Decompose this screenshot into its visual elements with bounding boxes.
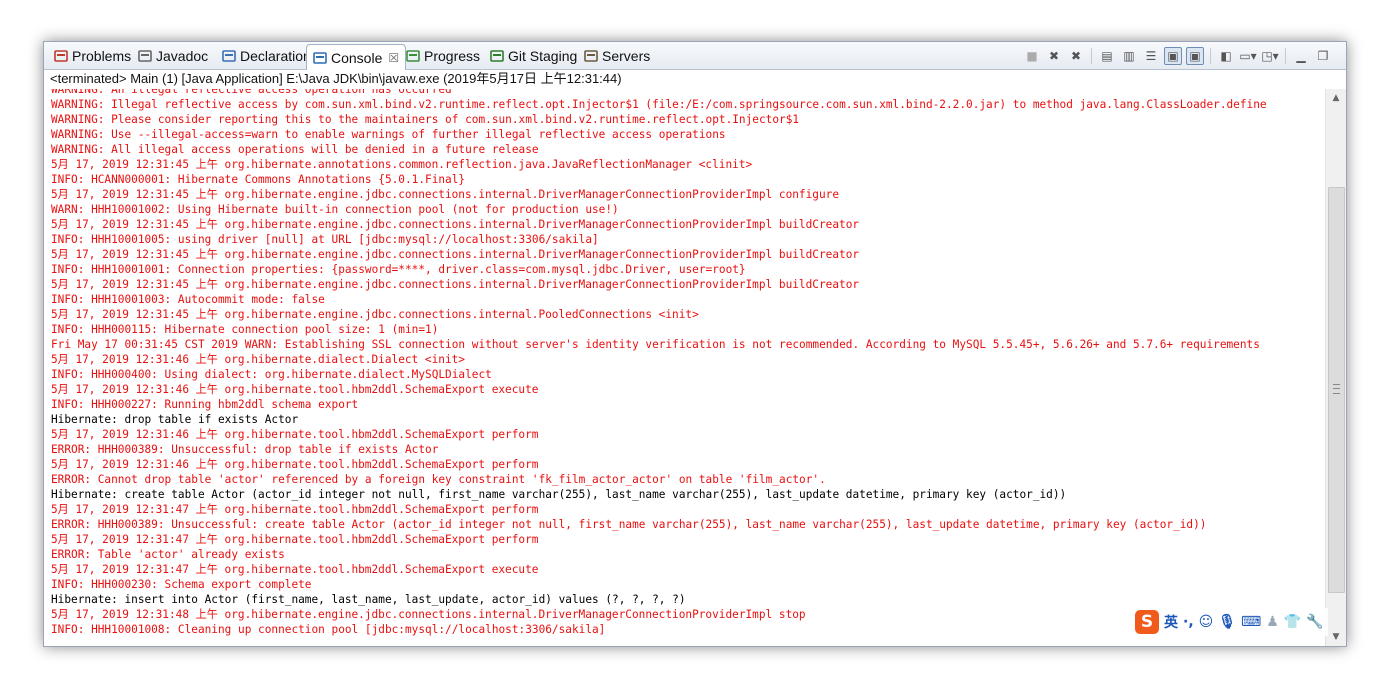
console-line: 5月 17, 2019 12:31:48 上午 org.hibernate.en…: [51, 608, 806, 621]
console-line: INFO: HCANN000001: Hibernate Commons Ann…: [51, 173, 466, 186]
console-process-label: <terminated> Main (1) [Java Application]…: [50, 71, 622, 86]
console-line: 5月 17, 2019 12:31:47 上午 org.hibernate.to…: [51, 503, 539, 516]
console-line: WARNING: An illegal reflective access op…: [51, 89, 452, 96]
toolbar-separator: [1091, 48, 1092, 64]
vertical-scrollbar[interactable]: ▲ ▼: [1325, 89, 1346, 646]
git-staging-icon: [490, 49, 504, 63]
console-line: INFO: HHH10001003: Autocommit mode: fals…: [51, 293, 325, 306]
tab-problems[interactable]: Problems: [48, 44, 139, 67]
console-line: INFO: HHH000227: Running hbm2ddl schema …: [51, 398, 359, 411]
console-line: INFO: HHH000230: Schema export complete: [51, 578, 312, 591]
scroll-down-icon[interactable]: ▼: [1329, 631, 1343, 643]
console-line: Hibernate: drop table if exists Actor: [51, 413, 299, 426]
open-console-icon[interactable]: ◳▾: [1261, 47, 1279, 65]
console-line: 5月 17, 2019 12:31:45 上午 org.hibernate.en…: [51, 308, 699, 321]
microphone-icon[interactable]: 🎙: [1218, 614, 1236, 630]
console-line: 5月 17, 2019 12:31:47 上午 org.hibernate.to…: [51, 563, 539, 576]
ime-punctuation-toggle[interactable]: ·,: [1183, 614, 1194, 630]
tab-servers[interactable]: Servers: [578, 44, 658, 67]
sogou-logo-icon[interactable]: S: [1135, 610, 1159, 634]
remove-launch-icon[interactable]: ✖: [1045, 47, 1063, 65]
scrollbar-grip-icon: [1333, 384, 1340, 394]
console-line: Hibernate: create table Actor (actor_id …: [51, 488, 1067, 501]
tab-label: Javadoc: [156, 47, 209, 64]
declaration-icon: [222, 49, 236, 63]
pin-console-icon[interactable]: ◧: [1217, 47, 1235, 65]
ime-language-toggle[interactable]: 英: [1164, 612, 1178, 632]
wrench-icon[interactable]: 🔧: [1306, 614, 1323, 630]
console-line: WARNING: Illegal reflective access by co…: [51, 98, 1267, 111]
toolbar-separator: [1285, 48, 1286, 64]
console-line: INFO: HHH10001008: Cleaning up connectio…: [51, 623, 606, 636]
console-line: WARNING: Use --illegal-access=warn to en…: [51, 128, 726, 141]
console-line: 5月 17, 2019 12:31:46 上午 org.hibernate.to…: [51, 383, 539, 396]
console-line: WARN: HHH10001002: Using Hibernate built…: [51, 203, 619, 216]
tab-label: Console: [331, 49, 383, 66]
console-line: Hibernate: insert into Actor (first_name…: [51, 593, 686, 606]
problems-icon: [54, 49, 68, 63]
console-line: 5月 17, 2019 12:31:46 上午 org.hibernate.di…: [51, 353, 465, 366]
scrollbar-thumb[interactable]: [1328, 187, 1345, 593]
view-tab-bar: Problems Javadoc Declaration Console ☒ Progre…: [44, 42, 1346, 70]
emoji-icon[interactable]: ☺: [1199, 614, 1214, 630]
progress-icon: [406, 49, 420, 63]
console-line: ERROR: Table 'actor' already exists: [51, 548, 285, 561]
javadoc-icon: [138, 49, 152, 63]
show-on-stdout-icon[interactable]: ▣: [1164, 47, 1182, 65]
user-icon[interactable]: ♟: [1266, 614, 1279, 630]
console-line: 5月 17, 2019 12:31:45 上午 org.hibernate.en…: [51, 218, 860, 231]
tab-git-staging[interactable]: Git Staging: [484, 44, 585, 67]
console-line: INFO: HHH000400: Using dialect: org.hibe…: [51, 368, 492, 381]
tab-console[interactable]: Console ☒: [306, 44, 407, 70]
minimize-icon[interactable]: ▁: [1292, 47, 1310, 65]
shirt-icon[interactable]: 👕: [1284, 614, 1301, 630]
console-toolbar: ■ ✖ ✖ ▤ ▥ ☰ ▣ ▣ ◧ ▭▾ ◳▾ ▁ ❐: [1023, 46, 1332, 66]
console-view: Problems Javadoc Declaration Console ☒ Progre…: [43, 41, 1347, 647]
clear-console-icon[interactable]: ▤: [1098, 47, 1116, 65]
servers-icon: [584, 49, 598, 63]
console-line: INFO: HHH10001001: Connection properties…: [51, 263, 746, 276]
terminate-icon[interactable]: ■: [1023, 47, 1041, 65]
tab-progress[interactable]: Progress: [400, 44, 488, 67]
toolbar-separator: [1210, 48, 1211, 64]
tab-label: Progress: [424, 47, 481, 64]
tab-label: Git Staging: [508, 47, 578, 64]
console-output[interactable]: WARNING: An illegal reflective access op…: [44, 89, 1324, 646]
console-line: 5月 17, 2019 12:31:46 上午 org.hibernate.to…: [51, 428, 539, 441]
scroll-lock-icon[interactable]: ▥: [1120, 47, 1138, 65]
console-line: 5月 17, 2019 12:31:45 上午 org.hibernate.en…: [51, 278, 860, 291]
tab-label: Problems: [72, 47, 132, 64]
scroll-up-icon[interactable]: ▲: [1329, 92, 1343, 104]
console-line: 5月 17, 2019 12:31:45 上午 org.hibernate.en…: [51, 248, 860, 261]
console-line: 5月 17, 2019 12:31:47 上午 org.hibernate.to…: [51, 533, 539, 546]
console-line: ERROR: Cannot drop table 'actor' referen…: [51, 473, 826, 486]
tab-javadoc[interactable]: Javadoc: [132, 44, 216, 67]
console-line: Fri May 17 00:31:45 CST 2019 WARN: Estab…: [51, 338, 1260, 351]
console-line: 5月 17, 2019 12:31:46 上午 org.hibernate.to…: [51, 458, 539, 471]
console-line: WARNING: All illegal access operations w…: [51, 143, 539, 156]
console-line: 5月 17, 2019 12:31:45 上午 org.hibernate.an…: [51, 158, 753, 171]
console-line: 5月 17, 2019 12:31:45 上午 org.hibernate.en…: [51, 188, 840, 201]
show-on-stderr-icon[interactable]: ▣: [1186, 47, 1204, 65]
word-wrap-icon[interactable]: ☰: [1142, 47, 1160, 65]
console-line: INFO: HHH000115: Hibernate connection po…: [51, 323, 439, 336]
console-line: ERROR: HHH000389: Unsuccessful: create t…: [51, 518, 1207, 531]
tab-label: Servers: [602, 47, 651, 64]
ime-toolbar[interactable]: S 英 ·, ☺ 🎙 ⌨ ♟ 👕 🔧: [1131, 608, 1328, 636]
console-line: ERROR: HHH000389: Unsuccessful: drop tab…: [51, 443, 439, 456]
console-icon: [313, 51, 327, 65]
keyboard-icon[interactable]: ⌨: [1241, 614, 1261, 630]
console-line: INFO: HHH10001005: using driver [null] a…: [51, 233, 599, 246]
remove-all-terminated-icon[interactable]: ✖: [1067, 47, 1085, 65]
display-console-icon[interactable]: ▭▾: [1239, 47, 1257, 65]
tab-label: Declaration: [240, 47, 311, 64]
tab-declaration[interactable]: Declaration: [216, 44, 319, 67]
close-icon[interactable]: ☒: [388, 51, 399, 65]
console-line: WARNING: Please consider reporting this …: [51, 113, 800, 126]
maximize-icon[interactable]: ❐: [1314, 47, 1332, 65]
